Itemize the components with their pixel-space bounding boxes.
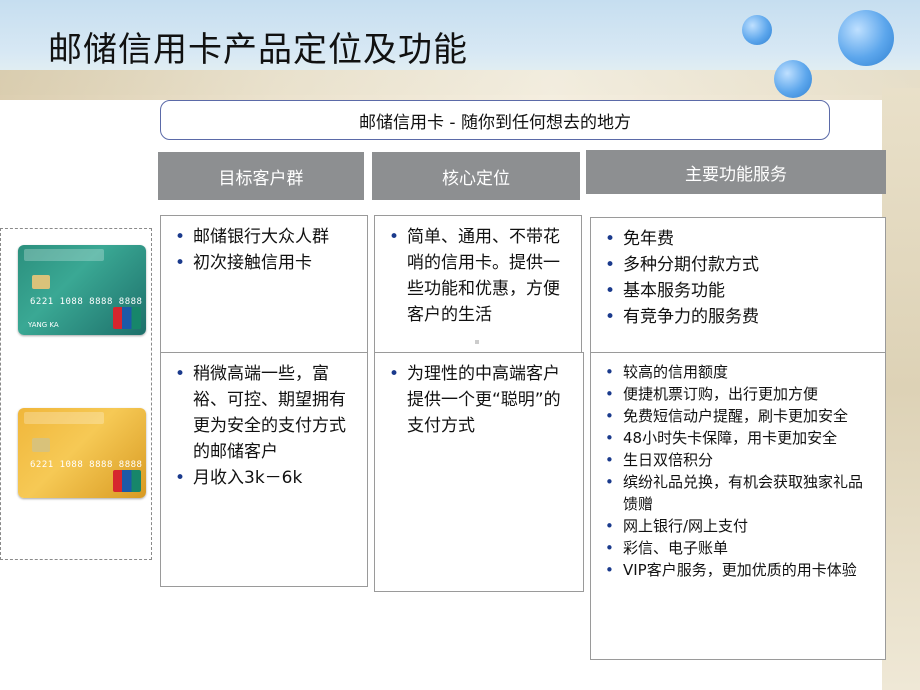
list-item: 月收入3k－6k	[171, 465, 357, 491]
card-holder: YANG KA	[28, 321, 59, 329]
card-number: 6221 1088 8888 8888	[30, 297, 143, 307]
slide-title: 邮储信用卡产品定位及功能	[48, 30, 468, 70]
gold-credit-card-image: 6221 1088 8888 8888	[18, 408, 146, 498]
list-item: VIP客户服务，更加优质的用卡体验	[601, 559, 875, 581]
list-item: 多种分期付款方式	[601, 252, 875, 278]
bank-logo	[24, 412, 104, 424]
list-item: 48小时失卡保障，用卡更加安全	[601, 427, 875, 449]
header-label: 核心定位	[442, 168, 510, 189]
header-target-customers: 目标客户群	[158, 152, 364, 200]
target-customers-premium: 稍微高端一些，富裕、可控、期望拥有更为安全的支付方式的邮储客户 月收入3k－6k	[160, 352, 368, 587]
slogan-banner: 邮储信用卡 - 随你到任何想去的地方	[160, 100, 830, 140]
services-basic: 免年费 多种分期付款方式 基本服务功能 有竞争力的服务费	[590, 217, 886, 355]
bubble-decoration-large	[838, 10, 894, 66]
list-item: 便捷机票订购，出行更加方便	[601, 383, 875, 405]
list-item: 较高的信用额度	[601, 361, 875, 383]
header-main-services: 主要功能服务	[586, 150, 886, 194]
list-item: 网上银行/网上支付	[601, 515, 875, 537]
list-item: 简单、通用、不带花哨的信用卡。提供一些功能和优惠，方便客户的生活	[385, 224, 571, 328]
list-item: 稍微高端一些，富裕、可控、期望拥有更为安全的支付方式的邮储客户	[171, 361, 357, 465]
card-chip	[32, 275, 50, 289]
list-item: 邮储银行大众人群	[171, 224, 357, 250]
bank-logo	[24, 249, 104, 261]
card-chip	[32, 438, 50, 452]
unionpay-logo	[113, 307, 141, 329]
list-item: 彩信、电子账单	[601, 537, 875, 559]
list-item: 初次接触信用卡	[171, 250, 357, 276]
slogan-text: 邮储信用卡 - 随你到任何想去的地方	[359, 112, 631, 133]
header-label: 目标客户群	[218, 168, 304, 189]
divider-dot	[475, 340, 479, 344]
header-label: 主要功能服务	[685, 164, 787, 185]
list-item: 有竞争力的服务费	[601, 304, 875, 330]
header-core-positioning: 核心定位	[372, 152, 580, 200]
bubble-decoration-small	[742, 15, 772, 45]
target-customers-basic: 邮储银行大众人群 初次接触信用卡	[160, 215, 368, 355]
list-item: 缤纷礼品兑换，有机会获取独家礼品馈赠	[601, 471, 875, 515]
list-item: 生日双倍积分	[601, 449, 875, 471]
bubble-decoration-medium	[774, 60, 812, 98]
green-credit-card-image: 6221 1088 8888 8888 YANG KA	[18, 245, 146, 335]
list-item: 免费短信动户提醒，刷卡更加安全	[601, 405, 875, 427]
services-premium: 较高的信用额度 便捷机票订购，出行更加方便 免费短信动户提醒，刷卡更加安全 48…	[590, 352, 886, 660]
list-item: 免年费	[601, 226, 875, 252]
right-decoration-strip	[882, 88, 920, 690]
list-item: 基本服务功能	[601, 278, 875, 304]
card-number: 6221 1088 8888 8888	[30, 460, 143, 470]
core-positioning-premium: 为理性的中高端客户提供一个更“聪明”的支付方式	[374, 352, 584, 592]
list-item: 为理性的中高端客户提供一个更“聪明”的支付方式	[385, 361, 573, 439]
unionpay-logo	[113, 470, 141, 492]
core-positioning-basic: 简单、通用、不带花哨的信用卡。提供一些功能和优惠，方便客户的生活	[374, 215, 582, 355]
